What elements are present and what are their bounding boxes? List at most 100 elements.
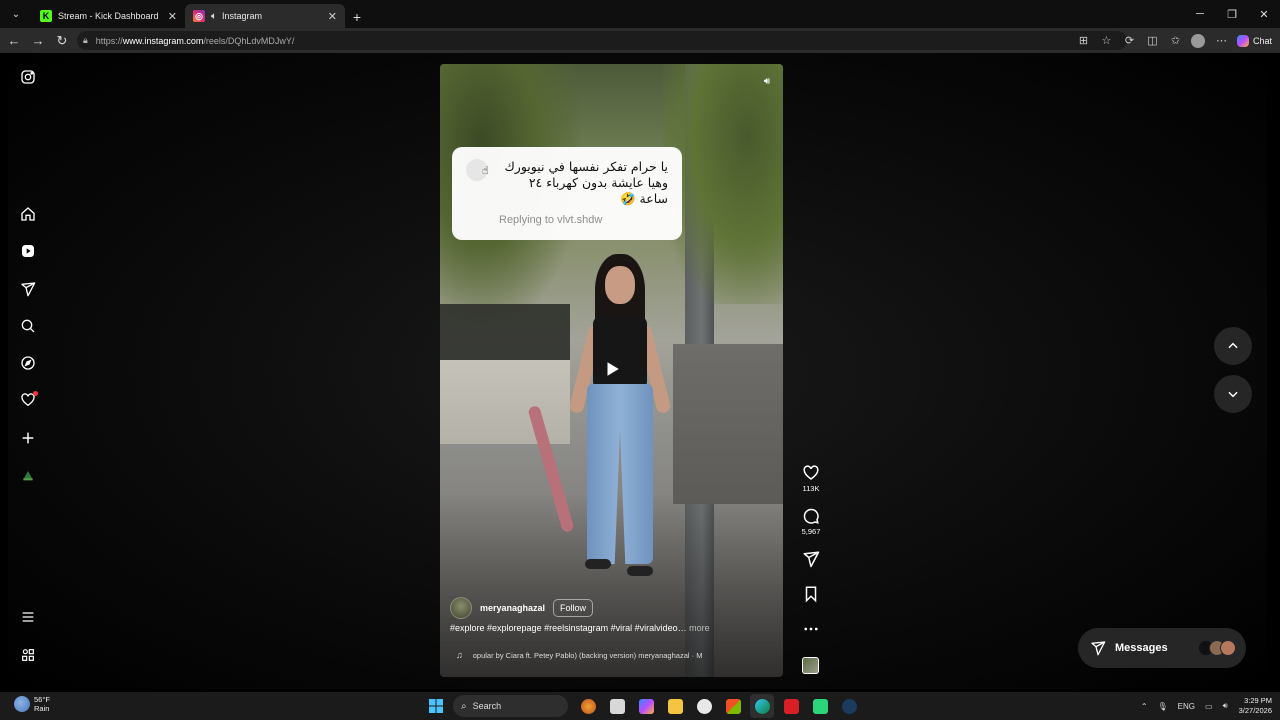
reel-caption[interactable]: #explore #explorepage #reelsinstagram #v… [450,623,770,633]
task-view-icon[interactable] [605,694,629,718]
forward-icon[interactable]: → [26,30,50,52]
acrobat-icon[interactable] [779,694,803,718]
comment-text: يا حرام تفكر نفسها في نيويورك وهيا عايشة… [498,159,669,207]
back-icon[interactable]: ← [2,30,26,52]
instagram-page: 🔊︎ ☝︎ يا حرام تفكر نفسها في نيويورك وهيا… [8,53,1267,689]
url-field[interactable]: 🔒︎ https://www.instagram.com/reels/DQhLd… [77,31,1127,50]
direct-messages-icon[interactable] [18,279,38,299]
messages-send-icon [1091,641,1106,656]
caption-more-link[interactable]: more [687,623,710,633]
reply-comment-sticker: ☝︎ يا حرام تفكر نفسها في نيويورك وهيا عا… [452,147,682,240]
more-options-icon[interactable] [802,620,820,638]
network-icon[interactable]: ▭ [1205,702,1213,711]
tab-instagram[interactable]: ◎ 🔈︎ Instagram ✕ [185,4,345,28]
profile-avatar-icon[interactable] [18,465,38,485]
home-icon[interactable] [18,204,38,224]
language-indicator[interactable]: ENG [1178,702,1195,711]
bookmark-icon[interactable] [802,585,820,603]
microphone-icon[interactable]: 🎙︎ [1158,702,1168,711]
like-heart-icon[interactable] [802,464,820,482]
weather-condition: Rain [34,704,50,713]
copilot-chat-button[interactable]: Chat [1233,34,1280,47]
comment-bubble-icon[interactable] [802,507,820,525]
windows-taskbar: 56°F Rain ⌕ Search ⌃ 🎙︎ ENG ▭ 🔊︎ 3:29 PM… [0,692,1280,720]
minimize-icon[interactable]: ─ [1184,0,1216,28]
close-window-icon[interactable]: ✕ [1248,0,1280,28]
tab-actions-menu[interactable]: ⌄ [4,3,28,25]
like-count: 113K [802,484,820,493]
search-icon[interactable] [18,316,38,336]
close-tab-icon[interactable]: ✕ [168,10,177,23]
weather-widget[interactable]: 56°F Rain [14,695,50,713]
file-explorer-icon[interactable] [663,694,687,718]
refresh-extension-icon[interactable]: ⟳ [1118,31,1141,51]
taskbar-apps: ⌕ Search [424,694,866,718]
instagram-logo-icon[interactable] [18,67,38,87]
video-scene-wall [440,304,570,444]
store-icon[interactable] [721,694,745,718]
more-menu-icon[interactable] [18,607,38,627]
steam-icon[interactable] [837,694,861,718]
split-screen-icon[interactable]: ◫ [1141,31,1164,51]
favorite-star-icon[interactable]: ☆ [1095,31,1118,51]
rain-weather-icon [14,696,30,712]
refresh-icon[interactable]: ↻ [50,30,74,52]
windows-start-icon[interactable] [424,694,448,718]
next-reel-button[interactable] [1214,375,1252,413]
comment-count: 5,967 [801,527,821,536]
url-host: www.instagram.com [122,35,204,46]
comment-action: 5,967 [798,507,824,536]
speaker-icon[interactable]: 🔈︎ [211,11,217,22]
caption-text: #explore #explorepage #reelsinstagram #v… [450,623,687,633]
close-tab-icon[interactable]: ✕ [328,10,337,23]
chat-label: Chat [1252,35,1272,46]
search-label: Search [472,701,502,711]
show-hidden-icons[interactable]: ⌃ [1141,702,1148,711]
reels-icon[interactable] [18,241,38,261]
reel-video[interactable]: 🔊︎ ☝︎ يا حرام تفكر نفسها في نيويورك وهيا… [440,64,783,677]
create-plus-icon[interactable] [18,428,38,448]
share-send-icon[interactable] [802,550,820,568]
search-icon: ⌕ [461,700,467,712]
game-app-icon[interactable] [808,694,832,718]
favorites-icon[interactable]: ✩ [1164,31,1187,51]
audio-thumbnail[interactable] [802,657,819,674]
tab-title: Stream - Kick Dashboard [58,11,159,21]
video-scene-road [673,344,783,504]
xbox-icon[interactable] [692,694,716,718]
explore-compass-icon[interactable] [18,353,38,373]
url-prefix: https:// [95,35,123,46]
comment-line: يا حرام تفكر نفسها في نيويورك [504,159,669,174]
message-avatars [1198,640,1236,656]
volume-icon[interactable]: 🔊︎ [759,73,775,89]
settings-more-icon[interactable]: ⋯ [1210,31,1233,51]
sidebar-nav [8,53,48,689]
audio-text: opular by Ciara ft. Petey Pablo) (backin… [472,650,703,660]
copilot-app-icon[interactable] [634,694,658,718]
like-action: 113K [798,464,824,493]
edge-browser-icon[interactable] [750,694,774,718]
messages-button[interactable]: Messages [1078,628,1246,668]
volume-icon[interactable]: 🔊︎ [1223,701,1228,711]
new-tab-button[interactable]: + [345,9,369,25]
clock[interactable]: 3:29 PM 3/27/2026 [1239,696,1272,716]
author-username[interactable]: meryanaghazal [480,603,545,613]
previous-reel-button[interactable] [1214,327,1252,365]
tab-kick-dashboard[interactable]: K Stream - Kick Dashboard ✕ [32,4,185,28]
follow-button[interactable]: Follow [553,599,594,617]
reel-audio[interactable]: ♫ opular by Ciara ft. Petey Pablo) (back… [456,650,716,660]
url-path: /reels/DQhLdvMDJwY/ [203,35,295,46]
lock-icon[interactable]: 🔒︎ [83,35,88,46]
restore-icon[interactable]: ❐ [1216,0,1248,28]
also-from-meta-icon[interactable] [18,645,38,665]
widget-app-icon[interactable] [576,694,600,718]
share-action [798,550,824,568]
taskbar-search[interactable]: ⌕ Search [453,695,568,717]
profile-avatar[interactable] [1187,31,1210,51]
browser-tab-bar: ⌄ K Stream - Kick Dashboard ✕ ◎ 🔈︎ Insta… [0,0,1280,28]
play-icon[interactable] [603,360,621,378]
notifications-heart-icon[interactable] [18,390,38,410]
app-available-icon[interactable]: ⊞ [1072,31,1095,51]
author-avatar[interactable] [450,597,472,619]
time: 3:29 PM [1244,696,1272,705]
